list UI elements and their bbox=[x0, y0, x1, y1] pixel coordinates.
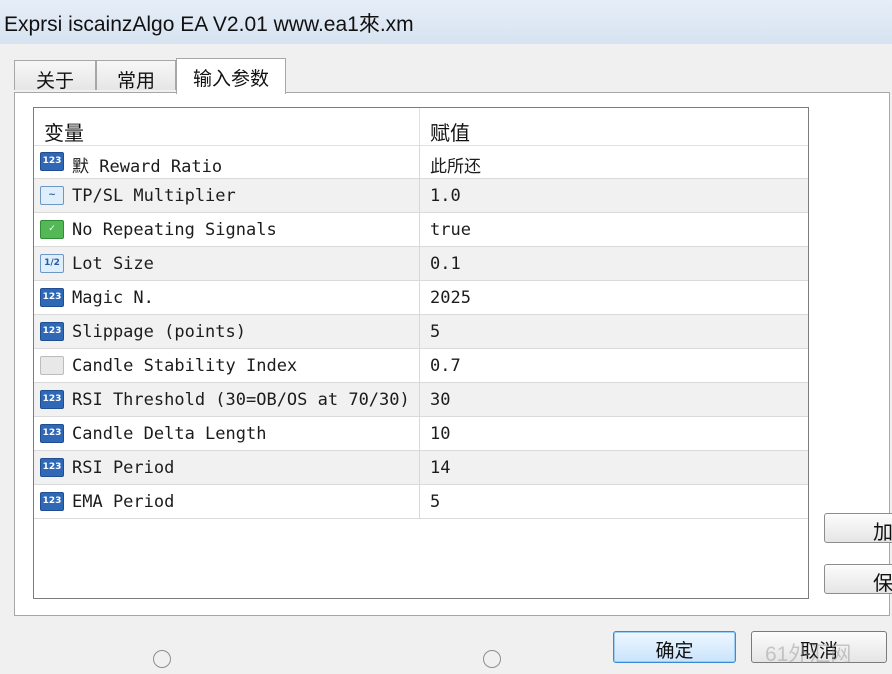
row-divider bbox=[419, 485, 420, 519]
int-icon: 123 bbox=[40, 492, 64, 511]
parameter-name: RSI Threshold (30=OB/OS at 70/30) bbox=[72, 390, 410, 410]
table-row[interactable]: 123 RSI Period 14 bbox=[34, 451, 808, 485]
parameter-value[interactable]: 5 bbox=[430, 322, 440, 342]
table-row[interactable]: Candle Stability Index 0.7 bbox=[34, 349, 808, 383]
dialog-client-area: 关于 常用 输入参数 变量 赋值 123 默 Reward Ratio 此所还 … bbox=[0, 44, 892, 674]
table-row[interactable]: ~ TP/SL Multiplier 1.0 bbox=[34, 179, 808, 213]
parameter-value[interactable]: 2025 bbox=[430, 288, 471, 308]
tab-inputs[interactable]: 输入参数 bbox=[176, 58, 286, 94]
title-bar: Exprsi iscainzAlgo EA V2.01 www.ea1來.xm bbox=[0, 0, 892, 45]
inputs-panel: 变量 赋值 123 默 Reward Ratio 此所还 ~ TP/SL Mul… bbox=[14, 92, 890, 616]
row-divider bbox=[419, 451, 420, 485]
double-icon: ~ bbox=[40, 186, 64, 205]
parameter-value[interactable]: 10 bbox=[430, 424, 450, 444]
row-divider bbox=[419, 281, 420, 315]
tab-common[interactable]: 常用 bbox=[96, 60, 176, 92]
row-divider bbox=[419, 417, 420, 451]
row-divider bbox=[419, 145, 420, 179]
parameter-name: TP/SL Multiplier bbox=[72, 186, 236, 206]
circle-icon bbox=[153, 650, 171, 668]
parameter-name: Candle Stability Index bbox=[72, 356, 298, 376]
save-button[interactable]: 保 bbox=[824, 564, 892, 595]
row-divider bbox=[419, 349, 420, 383]
ok-button[interactable]: 确定 bbox=[613, 631, 736, 663]
parameters-grid: 变量 赋值 123 默 Reward Ratio 此所还 ~ TP/SL Mul… bbox=[33, 107, 809, 599]
bool-icon: ✓ bbox=[40, 220, 64, 239]
int-icon: 123 bbox=[40, 390, 64, 409]
value-column-header[interactable]: 赋值 bbox=[430, 117, 470, 146]
cancel-button[interactable]: 取消 bbox=[751, 631, 887, 663]
parameter-value[interactable]: 5 bbox=[430, 492, 440, 512]
grid-rows: 123 默 Reward Ratio 此所还 ~ TP/SL Multiplie… bbox=[34, 145, 808, 519]
row-divider bbox=[419, 383, 420, 417]
table-row[interactable]: 123 Magic N. 2025 bbox=[34, 281, 808, 315]
parameter-name: RSI Period bbox=[72, 458, 175, 478]
parameter-value[interactable]: 0.7 bbox=[430, 356, 461, 376]
int-icon: 123 bbox=[40, 288, 64, 307]
parameter-name: Slippage (points) bbox=[72, 322, 246, 342]
row-divider bbox=[419, 247, 420, 281]
table-row[interactable]: 123 EMA Period 5 bbox=[34, 485, 808, 519]
double-icon: 1/2 bbox=[40, 254, 64, 273]
parameter-name: Lot Size bbox=[72, 254, 154, 274]
header-divider bbox=[419, 108, 420, 145]
parameter-value[interactable]: 30 bbox=[430, 390, 450, 410]
table-row[interactable]: 123 Candle Delta Length 10 bbox=[34, 417, 808, 451]
parameter-value[interactable]: 14 bbox=[430, 458, 450, 478]
table-row[interactable]: 123 Slippage (points) 5 bbox=[34, 315, 808, 349]
int-icon: 123 bbox=[40, 322, 64, 341]
int-icon: 123 bbox=[40, 458, 64, 477]
parameter-name: EMA Period bbox=[72, 492, 175, 512]
load-button[interactable]: 加 bbox=[824, 513, 892, 544]
parameter-name: Magic N. bbox=[72, 288, 154, 308]
table-row[interactable]: ✓ No Repeating Signals true bbox=[34, 213, 808, 247]
parameter-value[interactable]: 0.1 bbox=[430, 254, 461, 274]
grid-header: 变量 赋值 bbox=[34, 108, 808, 146]
row-divider bbox=[419, 213, 420, 247]
window-title: Exprsi iscainzAlgo EA V2.01 www.ea1來.xm bbox=[4, 13, 414, 36]
row-divider bbox=[419, 179, 420, 213]
parameter-name: Candle Delta Length bbox=[72, 424, 267, 444]
enum-icon bbox=[40, 356, 64, 375]
table-row[interactable]: 1/2 Lot Size 0.1 bbox=[34, 247, 808, 281]
parameter-value[interactable]: true bbox=[430, 220, 471, 240]
table-row[interactable]: 123 默 Reward Ratio 此所还 bbox=[34, 145, 808, 179]
variable-column-header[interactable]: 变量 bbox=[44, 117, 84, 146]
parameter-name: No Repeating Signals bbox=[72, 220, 277, 240]
int-icon: 123 bbox=[40, 152, 64, 171]
parameter-value[interactable]: 1.0 bbox=[430, 186, 461, 206]
tab-about[interactable]: 关于 bbox=[14, 60, 96, 92]
parameter-name: 默 Reward Ratio bbox=[72, 157, 223, 177]
table-row[interactable]: 123 RSI Threshold (30=OB/OS at 70/30) 30 bbox=[34, 383, 808, 417]
circle-icon bbox=[483, 650, 501, 668]
parameter-value[interactable]: 此所还 bbox=[430, 152, 481, 177]
int-icon: 123 bbox=[40, 424, 64, 443]
row-divider bbox=[419, 315, 420, 349]
